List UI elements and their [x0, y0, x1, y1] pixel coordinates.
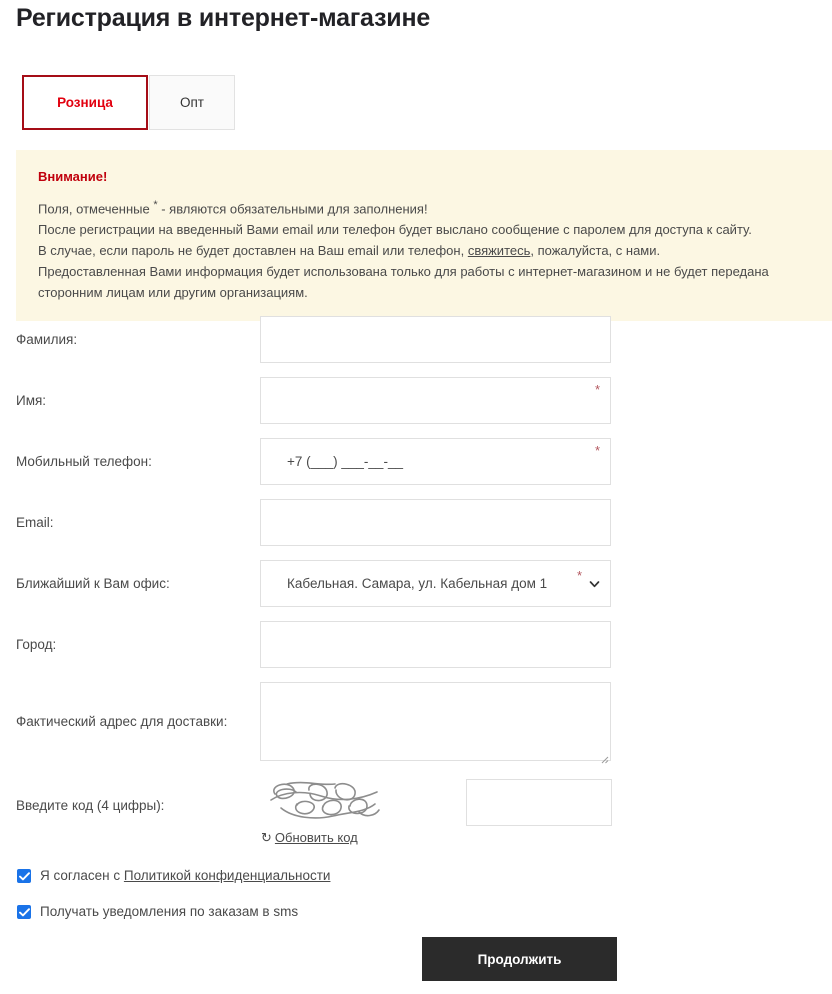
notice-required-before: Поля, отмеченные	[38, 201, 154, 217]
check-icon	[19, 907, 30, 916]
notice-required-after: - являются обязательными для заполнения!	[157, 201, 428, 217]
address-textarea[interactable]	[260, 682, 611, 761]
label-city: Город:	[16, 637, 57, 652]
notice-line-contact: В случае, если пароль не будет доставлен…	[38, 240, 810, 261]
label-captcha: Введите код (4 цифры):	[16, 798, 165, 813]
captcha-input[interactable]	[466, 779, 612, 826]
control-office: Кабельная. Самара, ул. Кабельная дом 1 *	[260, 560, 611, 607]
privacy-policy-link[interactable]: Политикой конфиденциальности	[124, 868, 331, 883]
sms-checkbox[interactable]	[17, 904, 31, 919]
attention-notice: Внимание! Поля, отмеченные * - являются …	[16, 150, 832, 322]
city-input[interactable]	[260, 621, 611, 668]
email-input[interactable]	[260, 499, 611, 546]
captcha-refresh-label: Обновить код	[274, 830, 358, 845]
label-phone: Мобильный телефон:	[16, 454, 152, 469]
office-select[interactable]: Кабельная. Самара, ул. Кабельная дом 1	[260, 560, 611, 607]
label-email: Email:	[16, 515, 54, 530]
control-phone: *	[260, 438, 611, 485]
tab-wholesale[interactable]: Опт	[149, 75, 235, 130]
sms-checkbox-label: Получать уведомления по заказам в sms	[40, 904, 299, 919]
firstname-input[interactable]	[260, 377, 611, 424]
control-city	[260, 621, 611, 668]
checkbox-row-privacy: Я согласен с Политикой конфиденциальност…	[17, 868, 330, 883]
check-icon	[19, 871, 30, 880]
notice-line-password: После регистрации на введенный Вами emai…	[38, 222, 752, 238]
page-title: Регистрация в интернет-магазине	[16, 4, 431, 32]
notice-contact-after: , пожалуйста, с нами.	[530, 243, 661, 259]
privacy-checkbox[interactable]	[17, 868, 31, 883]
notice-contact-before: В случае, если пароль не будет доставлен…	[38, 243, 468, 259]
registration-page: Регистрация в интернет-магазине Розница …	[0, 0, 832, 994]
label-firstname: Имя:	[16, 393, 47, 408]
account-type-tabs: Розница Опт	[22, 75, 235, 130]
notice-line-privacy: Предоставленная Вами информация будет ис…	[38, 264, 769, 301]
phone-input[interactable]	[260, 438, 611, 485]
notice-line-required: Поля, отмеченные * - являются обязательн…	[38, 195, 810, 219]
tab-retail[interactable]: Розница	[22, 75, 148, 130]
captcha-refresh-link[interactable]: ↻ Обновить код	[261, 830, 358, 846]
continue-button[interactable]: Продолжить	[422, 937, 617, 981]
lastname-input[interactable]	[260, 316, 611, 363]
label-office: Ближайший к Вам офис:	[16, 576, 170, 591]
control-firstname: *	[260, 377, 611, 424]
notice-title: Внимание!	[38, 169, 108, 184]
control-email	[260, 499, 611, 546]
control-lastname	[260, 316, 611, 363]
contact-us-link[interactable]: свяжитесь	[468, 243, 531, 258]
privacy-label-before: Я согласен с	[40, 868, 124, 883]
checkbox-row-sms: Получать уведомления по заказам в sms	[17, 904, 298, 919]
refresh-icon: ↻	[261, 830, 272, 845]
privacy-checkbox-label: Я согласен с Политикой конфиденциальност…	[40, 868, 330, 883]
label-lastname: Фамилия:	[16, 332, 78, 347]
control-address	[260, 682, 611, 766]
label-address: Фактический адрес для доставки:	[16, 714, 228, 729]
captcha-image	[263, 778, 385, 824]
